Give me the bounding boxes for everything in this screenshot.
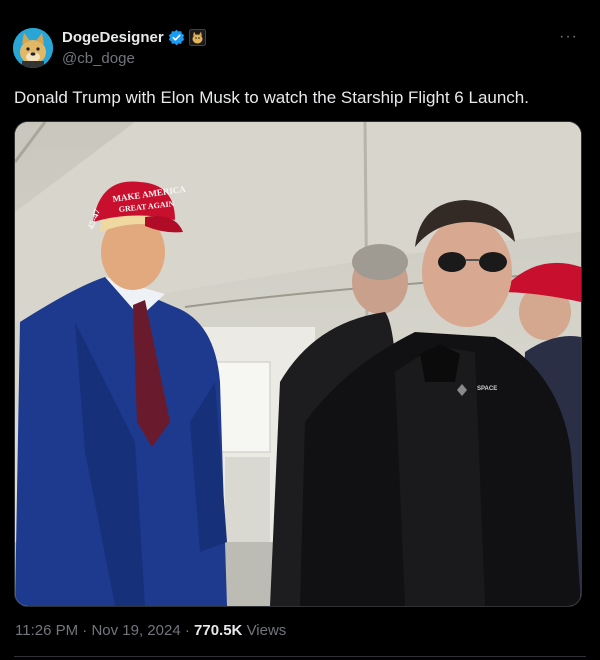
meta-separator: · <box>184 622 190 639</box>
author-handle[interactable]: @cb_doge <box>62 50 135 67</box>
doge-affiliate-icon[interactable] <box>188 29 206 46</box>
more-options-icon[interactable]: ··· <box>559 28 578 46</box>
post-time[interactable]: 11:26 PM <box>15 622 78 639</box>
display-name[interactable]: DogeDesigner <box>62 29 164 46</box>
author-name-row: DogeDesigner <box>62 29 206 46</box>
views-count: 770.5K <box>194 622 243 639</box>
tweet: DogeDesigner @cb_doge ··· Donald Trump w… <box>0 0 600 660</box>
meta-separator: · <box>82 622 88 639</box>
divider <box>14 656 586 657</box>
views-label: Views <box>246 622 287 639</box>
avatar-doge-image <box>13 28 53 68</box>
video-frame-image: MAKE AMERICA GREAT AGAIN 45-47 SPACE <box>15 122 581 606</box>
svg-text:SPACE: SPACE <box>477 386 497 392</box>
verified-badge-icon[interactable] <box>168 29 185 46</box>
avatar[interactable] <box>13 28 53 68</box>
post-video[interactable]: MAKE AMERICA GREAT AGAIN 45-47 SPACE <box>14 121 582 607</box>
post-text: Donald Trump with Elon Musk to watch the… <box>14 88 529 107</box>
post-meta: 11:26 PM · Nov 19, 2024 · 770.5K Views <box>15 622 286 639</box>
post-date[interactable]: Nov 19, 2024 <box>91 622 180 639</box>
